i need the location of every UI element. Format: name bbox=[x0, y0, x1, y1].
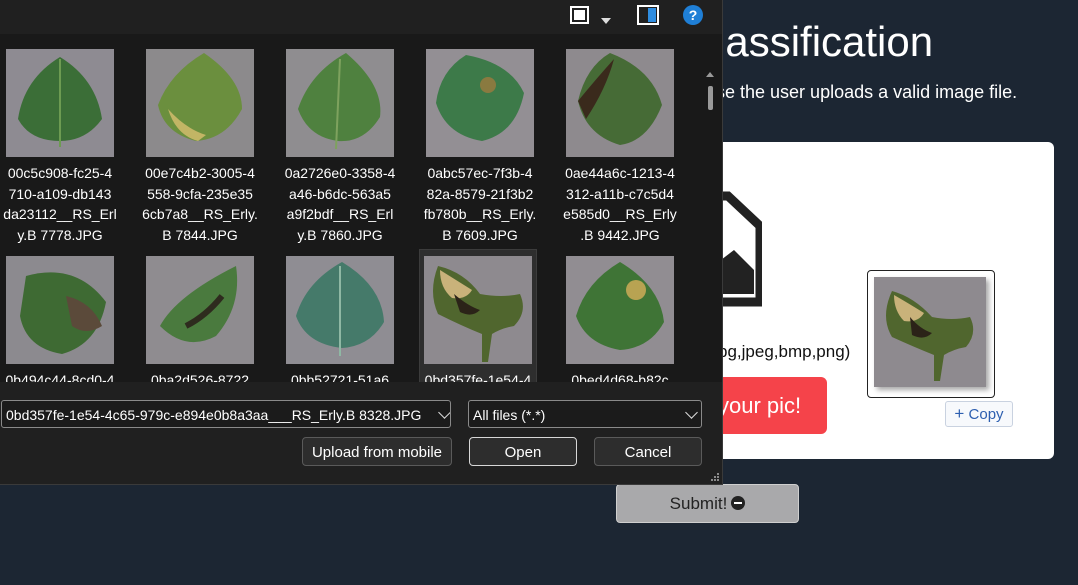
file-item[interactable]: 0b494c44-8cd0-4 bbox=[2, 256, 118, 382]
file-open-dialog: ? 00c5c908-fc25-4 710-a109-db143 da23112__… bbox=[0, 0, 723, 485]
file-thumbnail bbox=[146, 49, 254, 157]
file-name: 0a2726e0-3358-4 a46-b6dc-563a5 a9f2bdf__RS… bbox=[284, 165, 396, 243]
open-button[interactable]: Open bbox=[469, 437, 577, 466]
cancel-button[interactable]: Cancel bbox=[594, 437, 702, 466]
file-thumbnail bbox=[6, 256, 114, 364]
file-item[interactable]: 00c5c908-fc25-4 710-a109-db143 da23112__RS… bbox=[2, 49, 118, 245]
filename-input[interactable]: 0bd357fe-1e54-4c65-979c-e894e0b8a3aa___R… bbox=[1, 400, 451, 428]
allowed-formats: pg,jpeg,bmp,png) bbox=[718, 342, 851, 361]
filename-value: 0bd357fe-1e54-4c65-979c-e894e0b8a3aa___R… bbox=[6, 407, 422, 423]
submit-label: Submit! bbox=[669, 494, 728, 513]
copy-label: Copy bbox=[968, 406, 1004, 423]
resize-grip-icon[interactable] bbox=[710, 472, 720, 482]
scroll-up-icon[interactable] bbox=[706, 72, 714, 77]
file-name: 0bed4d68-b82c bbox=[571, 372, 669, 382]
file-thumbnail bbox=[426, 49, 534, 157]
file-name: 00c5c908-fc25-4 710-a109-db143 da23112__RS… bbox=[3, 165, 117, 243]
file-thumbnail bbox=[566, 49, 674, 157]
view-mode-icon[interactable] bbox=[570, 4, 590, 26]
chevron-down-icon[interactable] bbox=[685, 406, 698, 419]
file-name: 0b494c44-8cd0-4 bbox=[5, 372, 115, 382]
dialog-footer: 0bd357fe-1e54-4c65-979c-e894e0b8a3aa___R… bbox=[0, 382, 722, 484]
copy-button[interactable]: + Copy bbox=[945, 401, 1013, 427]
file-item[interactable]: 0bed4d68-b82c bbox=[562, 256, 678, 382]
file-thumbnail bbox=[146, 256, 254, 364]
help-icon[interactable]: ? bbox=[683, 5, 703, 25]
file-thumbnail bbox=[286, 49, 394, 157]
file-item-selected[interactable]: 0bd357fe-1e54-4 bbox=[419, 249, 537, 382]
file-item[interactable]: 0a2726e0-3358-4 a46-b6dc-563a5 a9f2bdf__RS… bbox=[282, 49, 398, 245]
file-name: 0bd357fe-1e54-4 bbox=[424, 372, 532, 382]
file-name: 0bb52721-51a6 bbox=[290, 372, 390, 382]
file-thumbnail bbox=[566, 256, 674, 364]
upload-card: pg,jpeg,bmp,png) your pic! + Copy bbox=[700, 142, 1054, 459]
file-thumbnail bbox=[6, 49, 114, 157]
submit-button[interactable]: Submit! bbox=[616, 484, 799, 523]
file-name: 0abc57ec-7f3b-4 82a-8579-21f3b2 fb780b__RS… bbox=[423, 165, 537, 243]
plus-icon: + bbox=[954, 404, 965, 423]
file-name: 0ba2d526-8722 bbox=[150, 372, 250, 382]
file-thumbnail bbox=[286, 256, 394, 364]
file-name: 00e7c4b2-3005-4 558-9cfa-235e35 6cb7a8__RS… bbox=[142, 165, 258, 243]
file-item[interactable]: 0bb52721-51a6 bbox=[282, 256, 398, 382]
scrollbar-thumb[interactable] bbox=[708, 86, 713, 110]
chevron-down-icon[interactable] bbox=[601, 10, 611, 32]
preview-pane-icon[interactable] bbox=[637, 4, 659, 26]
image-preview bbox=[867, 270, 995, 398]
file-type-select[interactable]: All files (*.*) bbox=[468, 400, 702, 428]
file-item[interactable]: 0abc57ec-7f3b-4 82a-8579-21f3b2 fb780b__RS… bbox=[422, 49, 538, 245]
file-item[interactable]: 0ae44a6c-1213-4 312-a11b-c7c5d4 e585d0__RS… bbox=[562, 49, 678, 245]
file-name: 0ae44a6c-1213-4 312-a11b-c7c5d4 e585d0__RS… bbox=[563, 165, 677, 243]
upload-from-mobile-button[interactable]: Upload from mobile bbox=[302, 437, 452, 466]
file-thumbnail bbox=[424, 256, 532, 364]
minus-circle-icon bbox=[731, 496, 746, 510]
page-subtitle: se the user uploads a valid image file. bbox=[716, 82, 1018, 102]
chevron-down-icon[interactable] bbox=[438, 406, 450, 419]
file-list[interactable]: 00c5c908-fc25-4 710-a109-db143 da23112__RS… bbox=[0, 34, 722, 382]
file-type-value: All files (*.*) bbox=[473, 407, 546, 423]
page-title: lassification bbox=[716, 18, 934, 65]
preview-image bbox=[874, 277, 986, 387]
file-item[interactable]: 00e7c4b2-3005-4 558-9cfa-235e35 6cb7a8__RS… bbox=[142, 49, 258, 245]
file-item[interactable]: 0ba2d526-8722 bbox=[142, 256, 258, 382]
